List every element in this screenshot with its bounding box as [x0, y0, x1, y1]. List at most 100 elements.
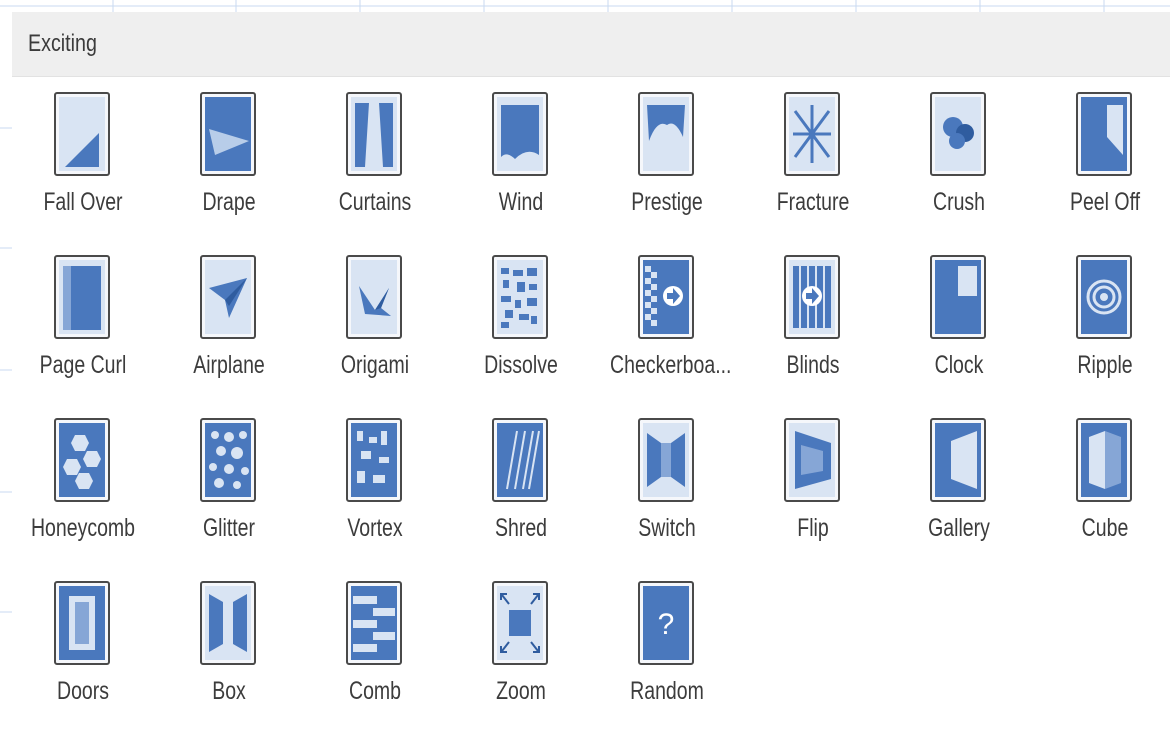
transition-thumbnail[interactable]	[346, 255, 402, 339]
switch-icon	[643, 423, 689, 497]
curtains-icon	[351, 97, 397, 171]
transition-thumbnail[interactable]	[346, 581, 402, 665]
transition-label: Doors	[56, 677, 110, 705]
transition-label: Switch	[638, 514, 696, 542]
transition-thumbnail[interactable]	[638, 255, 694, 339]
transition-thumbnail[interactable]	[54, 255, 110, 339]
transition-label: Clock	[934, 351, 984, 379]
transition-origami[interactable]: Origami	[302, 255, 448, 415]
transition-crush[interactable]: Crush	[886, 92, 1032, 252]
transition-thumbnail[interactable]: ?	[638, 581, 694, 665]
dissolve-icon	[497, 260, 543, 334]
transition-thumbnail[interactable]	[492, 255, 548, 339]
box-icon	[205, 586, 251, 660]
transition-thumbnail[interactable]	[784, 255, 840, 339]
transition-fall-over[interactable]: Fall Over	[10, 92, 156, 252]
transition-thumbnail[interactable]	[54, 92, 110, 176]
zoom-icon	[497, 586, 543, 660]
wind-icon	[497, 97, 543, 171]
transition-page-curl[interactable]: Page Curl	[10, 255, 156, 415]
cube-icon	[1081, 423, 1127, 497]
transition-switch[interactable]: Switch	[594, 418, 740, 578]
section-header: Exciting	[12, 12, 1170, 77]
transition-thumbnail[interactable]	[930, 418, 986, 502]
random-icon: ?	[643, 586, 689, 660]
flip-icon	[789, 423, 835, 497]
honeycomb-icon	[59, 423, 105, 497]
transition-thumbnail[interactable]	[54, 418, 110, 502]
transition-vortex[interactable]: Vortex	[302, 418, 448, 578]
transition-label: Dissolve	[484, 351, 558, 379]
transition-box[interactable]: Box	[156, 581, 302, 741]
transition-random[interactable]: ? Random	[594, 581, 740, 741]
transition-thumbnail[interactable]	[200, 255, 256, 339]
transition-thumbnail[interactable]	[784, 92, 840, 176]
transition-label: Ripple	[1077, 351, 1133, 379]
transition-curtains[interactable]: Curtains	[302, 92, 448, 252]
transition-label: Cube	[1081, 514, 1129, 542]
transition-thumbnail[interactable]	[1076, 418, 1132, 502]
transition-blinds[interactable]: Blinds	[740, 255, 886, 415]
transition-peel-off[interactable]: Peel Off	[1032, 92, 1170, 252]
comb-icon	[351, 586, 397, 660]
transition-fracture[interactable]: Fracture	[740, 92, 886, 252]
transition-wind[interactable]: Wind	[448, 92, 594, 252]
transition-comb[interactable]: Comb	[302, 581, 448, 741]
transition-label: Origami	[340, 351, 410, 379]
vortex-icon	[351, 423, 397, 497]
transition-thumbnail[interactable]	[200, 92, 256, 176]
transition-cube[interactable]: Cube	[1032, 418, 1170, 578]
transition-checkerboard[interactable]: Checkerboa...	[594, 255, 740, 415]
transition-thumbnail[interactable]	[200, 418, 256, 502]
transition-thumbnail[interactable]	[638, 92, 694, 176]
origami-icon	[351, 260, 397, 334]
transition-label: Flip	[797, 514, 829, 542]
transition-label: Comb	[348, 677, 402, 705]
transition-label: Checkerboa...	[610, 351, 732, 379]
transition-thumbnail[interactable]	[930, 255, 986, 339]
transition-glitter[interactable]: Glitter	[156, 418, 302, 578]
transition-thumbnail[interactable]	[784, 418, 840, 502]
transition-clock[interactable]: Clock	[886, 255, 1032, 415]
transition-label: Curtains	[338, 188, 412, 216]
transition-flip[interactable]: Flip	[740, 418, 886, 578]
transition-dissolve[interactable]: Dissolve	[448, 255, 594, 415]
transition-thumbnail[interactable]	[54, 581, 110, 665]
checkerboard-icon	[643, 260, 689, 334]
transition-thumbnail[interactable]	[492, 581, 548, 665]
transition-label: Wind	[498, 188, 544, 216]
transition-label: Drape	[202, 188, 256, 216]
section-title: Exciting	[28, 30, 97, 57]
transition-label: Page Curl	[39, 351, 127, 379]
transition-label: Airplane	[193, 351, 265, 379]
transition-label: Box	[212, 677, 246, 705]
transition-gallery[interactable]: Gallery	[886, 418, 1032, 578]
transition-label: Honeycomb	[30, 514, 136, 542]
blinds-icon	[789, 260, 835, 334]
transition-thumbnail[interactable]	[346, 92, 402, 176]
transition-thumbnail[interactable]	[930, 92, 986, 176]
transition-label: Gallery	[928, 514, 990, 542]
transition-label: Shred	[494, 514, 548, 542]
transition-airplane[interactable]: Airplane	[156, 255, 302, 415]
transition-zoom[interactable]: Zoom	[448, 581, 594, 741]
transition-label: Peel Off	[1069, 188, 1141, 216]
transition-doors[interactable]: Doors	[10, 581, 156, 741]
prestige-icon	[643, 97, 689, 171]
transition-thumbnail[interactable]	[492, 418, 548, 502]
transition-honeycomb[interactable]: Honeycomb	[10, 418, 156, 578]
transition-thumbnail[interactable]	[492, 92, 548, 176]
transition-ripple[interactable]: Ripple	[1032, 255, 1170, 415]
transition-label: Blinds	[786, 351, 840, 379]
transition-shred[interactable]: Shred	[448, 418, 594, 578]
transition-thumbnail[interactable]	[1076, 255, 1132, 339]
transition-prestige[interactable]: Prestige	[594, 92, 740, 252]
transition-drape[interactable]: Drape	[156, 92, 302, 252]
fracture-icon	[789, 97, 835, 171]
transition-label: Vortex	[347, 514, 403, 542]
transition-thumbnail[interactable]	[200, 581, 256, 665]
transition-thumbnail[interactable]	[638, 418, 694, 502]
ripple-icon	[1081, 260, 1127, 334]
transition-thumbnail[interactable]	[346, 418, 402, 502]
transition-thumbnail[interactable]	[1076, 92, 1132, 176]
